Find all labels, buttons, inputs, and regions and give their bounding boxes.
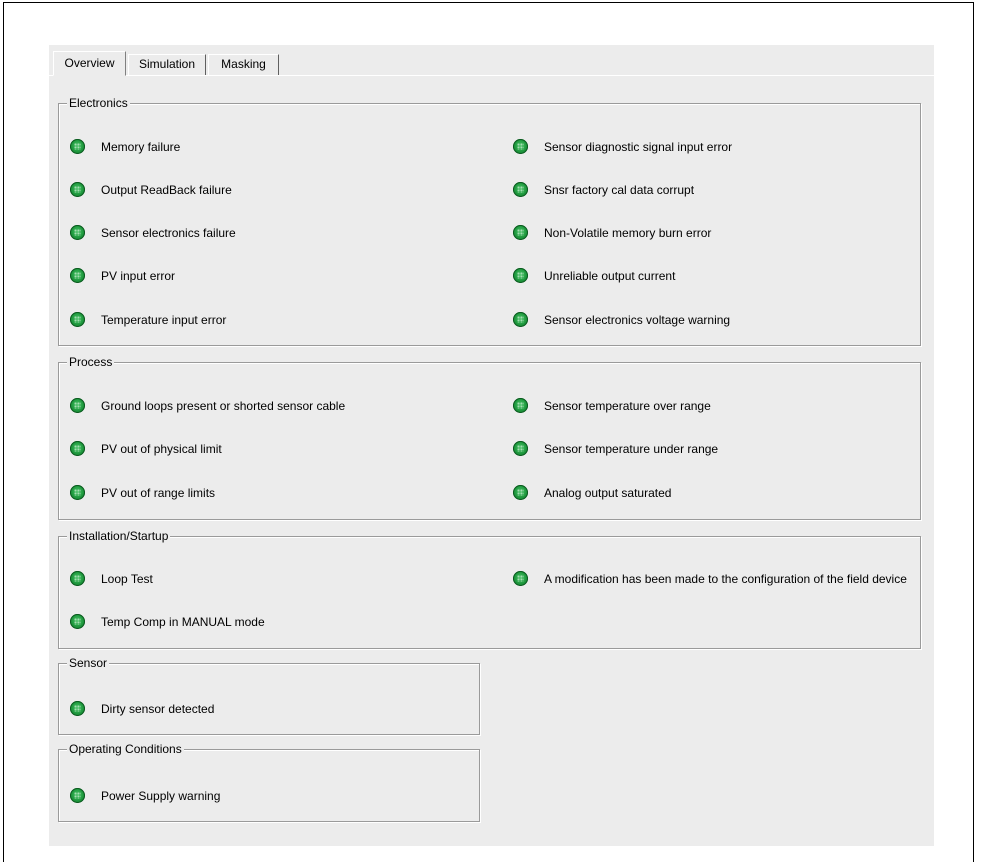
- status-led-icon: [513, 485, 528, 500]
- status-label: Sensor diagnostic signal input error: [544, 140, 733, 154]
- status-led-icon: [70, 441, 85, 456]
- status-led-icon: [513, 225, 528, 240]
- status-item: Sensor diagnostic signal input error: [513, 139, 732, 155]
- group-title: Operating Conditions: [67, 741, 184, 757]
- status-item: Dirty sensor detected: [70, 701, 214, 717]
- status-label: Loop Test: [101, 572, 153, 586]
- status-led-icon: [70, 139, 85, 154]
- status-label: Temperature input error: [101, 313, 227, 327]
- status-led-icon: [70, 571, 85, 586]
- status-item: Loop Test: [70, 571, 153, 587]
- group-title: Sensor: [67, 655, 110, 671]
- status-led-icon: [513, 398, 528, 413]
- status-item: Memory failure: [70, 139, 180, 155]
- status-label: A modification has been made to the conf…: [544, 572, 907, 586]
- status-item: PV out of range limits: [70, 485, 215, 501]
- status-led-icon: [513, 139, 528, 154]
- status-label: Output ReadBack failure: [101, 183, 232, 197]
- status-item: Unreliable output current: [513, 268, 675, 284]
- status-led-icon: [513, 182, 528, 197]
- tab-masking[interactable]: Masking: [208, 54, 279, 75]
- status-led-icon: [70, 182, 85, 197]
- status-led-icon: [70, 398, 85, 413]
- status-item: Ground loops present or shorted sensor c…: [70, 398, 345, 414]
- status-label: PV out of physical limit: [101, 442, 222, 456]
- status-led-icon: [513, 441, 528, 456]
- status-label: Power Supply warning: [101, 789, 221, 803]
- group-sensor: Sensor: [58, 655, 480, 735]
- status-label: Ground loops present or shorted sensor c…: [101, 399, 346, 413]
- status-label: PV out of range limits: [101, 486, 216, 500]
- status-led-icon: [70, 312, 85, 327]
- group-title: Process: [67, 354, 115, 370]
- tab-simulation[interactable]: Simulation: [128, 54, 206, 75]
- status-led-icon: [70, 485, 85, 500]
- status-label: Sensor electronics failure: [101, 226, 236, 240]
- status-label: Unreliable output current: [544, 269, 676, 283]
- group-title: Electronics: [67, 95, 130, 111]
- status-item: Sensor electronics failure: [70, 225, 236, 241]
- status-led-icon: [513, 571, 528, 586]
- status-item: Sensor temperature under range: [513, 441, 718, 457]
- tab-overview[interactable]: Overview: [53, 51, 126, 76]
- status-led-icon: [70, 268, 85, 283]
- status-item: Output ReadBack failure: [70, 182, 232, 198]
- group-operating-conditions: Operating Conditions: [58, 741, 480, 822]
- status-label: Sensor temperature over range: [544, 399, 711, 413]
- status-label: Non-Volatile memory burn error: [544, 226, 712, 240]
- status-item: Power Supply warning: [70, 788, 220, 804]
- status-label: Sensor electronics voltage warning: [544, 313, 731, 327]
- status-item: Temp Comp in MANUAL mode: [70, 614, 265, 630]
- status-item: Snsr factory cal data corrupt: [513, 182, 694, 198]
- status-led-icon: [513, 268, 528, 283]
- group-title: Installation/Startup: [67, 528, 171, 544]
- status-item: PV out of physical limit: [70, 441, 222, 457]
- status-label: Dirty sensor detected: [101, 702, 215, 716]
- status-led-icon: [70, 701, 85, 716]
- status-label: Snsr factory cal data corrupt: [544, 183, 695, 197]
- tab-strip-line: [49, 75, 934, 76]
- status-label: Sensor temperature under range: [544, 442, 719, 456]
- status-item: A modification has been made to the conf…: [513, 571, 913, 587]
- status-label: PV input error: [101, 269, 176, 283]
- group-installation-startup: Installation/Startup: [58, 528, 921, 649]
- status-item: Temperature input error: [70, 312, 226, 328]
- status-led-icon: [70, 614, 85, 629]
- status-item: Non-Volatile memory burn error: [513, 225, 711, 241]
- status-led-icon: [70, 788, 85, 803]
- status-label: Temp Comp in MANUAL mode: [101, 615, 265, 629]
- status-item: Analog output saturated: [513, 485, 671, 501]
- status-led-icon: [70, 225, 85, 240]
- status-item: Sensor electronics voltage warning: [513, 312, 730, 328]
- status-item: PV input error: [70, 268, 175, 284]
- status-label: Memory failure: [101, 140, 181, 154]
- status-label: Analog output saturated: [544, 486, 672, 500]
- status-led-icon: [513, 312, 528, 327]
- status-item: Sensor temperature over range: [513, 398, 711, 414]
